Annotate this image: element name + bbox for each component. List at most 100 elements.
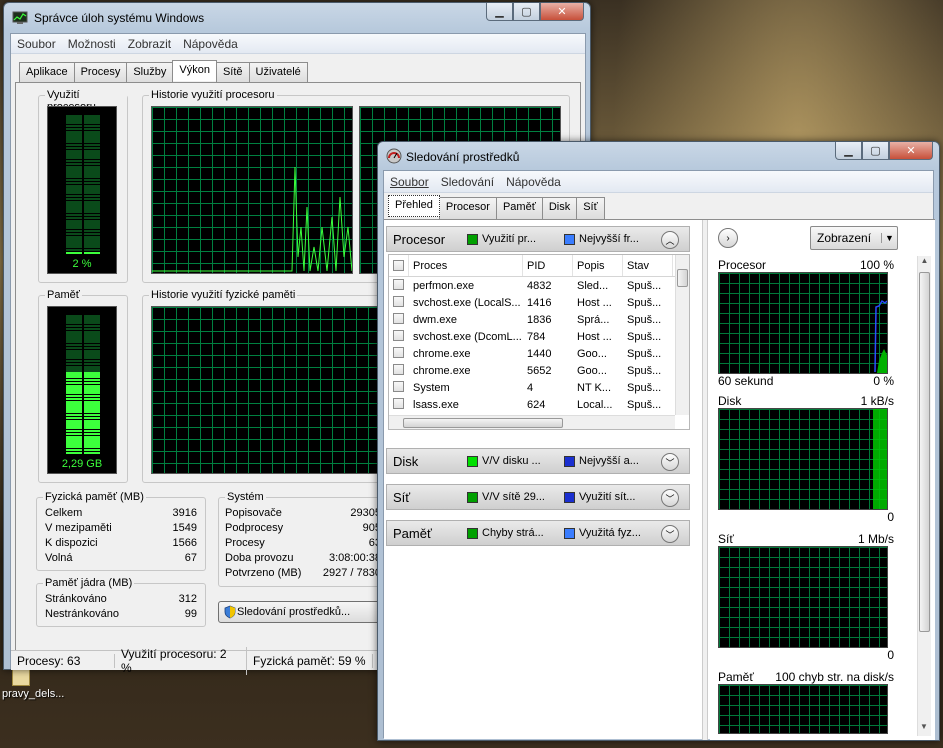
meter-segment	[84, 334, 100, 337]
row-checkbox[interactable]	[393, 295, 404, 307]
scrollbar-thumb[interactable]	[403, 418, 563, 428]
minimize-button[interactable]: ▁	[486, 3, 513, 21]
tab-pamet[interactable]: Paměť	[495, 197, 543, 219]
meter-segment	[66, 194, 82, 198]
stat-row: Celkem 3916	[45, 507, 197, 522]
select-all-cell[interactable]	[389, 255, 409, 276]
tab-uzivatele[interactable]: Uživatelé	[248, 62, 308, 83]
table-row[interactable]: perfmon.exe 4832 Sled... Spuš...	[389, 277, 689, 294]
meter-segment	[84, 318, 100, 321]
scrollbar-thumb[interactable]	[919, 272, 930, 632]
tab-procesy[interactable]: Procesy	[73, 62, 128, 83]
table-row[interactable]: dwm.exe 1836 Sprá... Spuš...	[389, 311, 689, 328]
cpu-process-rows: perfmon.exe 4832 Sled... Spuš... svchost.exe…	[389, 277, 689, 429]
table-row[interactable]: chrome.exe 1440 Goo... Spuš...	[389, 345, 689, 362]
meter-segment	[66, 251, 82, 255]
stat-row: K dispozici 1566	[45, 537, 197, 552]
row-checkbox[interactable]	[393, 278, 404, 290]
meter-segment	[84, 223, 100, 226]
menu-zobrazit[interactable]: Zobrazit	[122, 37, 177, 51]
vertical-scrollbar[interactable]	[675, 255, 689, 415]
table-row[interactable]: svchost.exe (DcomL... 784 Host ... Spuš...	[389, 328, 689, 345]
minimize-button[interactable]: ▁	[835, 142, 862, 160]
tab-procesor[interactable]: Procesor	[438, 197, 497, 219]
disk-section-header[interactable]: Disk V/V disku ... Nejvyšší a... ﹀	[386, 448, 690, 474]
horizontal-scrollbar[interactable]	[389, 415, 675, 429]
network-usage-legend-icon	[564, 491, 575, 503]
desktop-file-icon[interactable]: pravy_dels...	[2, 668, 72, 700]
select-all-checkbox[interactable]	[393, 260, 404, 271]
tab-disk[interactable]: Disk	[541, 197, 578, 219]
row-checkbox-cell[interactable]	[389, 397, 409, 412]
cpu-process-table: Proces PID Popis Stav perfmon.exe 4832 Sle…	[388, 254, 690, 430]
table-row[interactable]: chrome.exe 5652 Goo... Spuš...	[389, 362, 689, 379]
row-checkbox-cell[interactable]	[389, 346, 409, 361]
menu-napoveda[interactable]: Nápověda	[177, 37, 244, 51]
row-checkbox-cell[interactable]	[389, 329, 409, 344]
column-popis[interactable]: Popis	[573, 255, 623, 276]
menu-napoveda[interactable]: Nápověda	[500, 175, 567, 189]
views-dropdown[interactable]: Zobrazení ▼	[810, 226, 898, 250]
memory-used-legend: Využitá fyz...	[579, 527, 641, 539]
memory-faults-legend-icon	[467, 527, 478, 539]
maximize-button[interactable]: ▢	[862, 142, 889, 160]
scroll-up-icon[interactable]: ▲	[918, 256, 931, 270]
collapse-chevron-up-icon[interactable]: ︿	[661, 231, 679, 249]
tab-aplikace[interactable]: Aplikace	[19, 62, 75, 83]
table-cell: 624	[527, 398, 546, 411]
menu-soubor[interactable]: Soubor	[11, 37, 62, 51]
menu-soubor[interactable]: Soubor	[384, 175, 435, 189]
expand-chevron-down-icon[interactable]: ﹀	[661, 525, 679, 543]
row-checkbox[interactable]	[393, 312, 404, 324]
network-section-header[interactable]: Síť V/V sítě 29... Využití sít... ﹀	[386, 484, 690, 510]
tab-sluzby[interactable]: Služby	[126, 62, 174, 83]
row-checkbox-cell[interactable]	[389, 363, 409, 378]
maximize-button[interactable]: ▢	[513, 3, 540, 21]
tab-vykon[interactable]: Výkon	[172, 60, 217, 81]
meter-segment	[84, 137, 100, 140]
table-cell: Spuš...	[627, 398, 662, 411]
meter-segment	[66, 330, 82, 334]
graphs-vertical-scrollbar[interactable]: ▲ ▼	[917, 256, 931, 736]
stat-label: Celkem	[45, 507, 83, 519]
menu-moznosti[interactable]: Možnosti	[62, 37, 122, 51]
row-checkbox-cell[interactable]	[389, 312, 409, 327]
close-button[interactable]: ✕	[540, 3, 584, 21]
resource-monitor-button[interactable]: Sledování prostředků...	[218, 601, 388, 623]
task-manager-titlebar[interactable]: Správce úloh systému Windows ▁ ▢ ✕	[4, 3, 590, 33]
row-checkbox[interactable]	[393, 363, 404, 375]
column-pid[interactable]: PID	[523, 255, 573, 276]
stat-label: K dispozici	[45, 537, 98, 549]
row-checkbox-cell[interactable]	[389, 380, 409, 395]
table-cell: chrome.exe	[413, 364, 471, 377]
tab-sit[interactable]: Síť	[576, 197, 605, 219]
scroll-down-icon[interactable]: ▼	[918, 722, 930, 736]
column-stav[interactable]: Stav	[623, 255, 673, 276]
meter-segment	[84, 420, 100, 423]
table-row[interactable]: lsass.exe 624 Local... Spuš...	[389, 396, 689, 413]
row-checkbox[interactable]	[393, 397, 404, 409]
pane-splitter[interactable]	[702, 220, 708, 740]
row-checkbox[interactable]	[393, 329, 404, 341]
row-checkbox[interactable]	[393, 346, 404, 358]
row-checkbox-cell[interactable]	[389, 278, 409, 293]
expand-chevron-down-icon[interactable]: ﹀	[661, 489, 679, 507]
meter-segment	[84, 134, 100, 137]
row-checkbox-cell[interactable]	[389, 295, 409, 310]
expand-chevron-down-icon[interactable]: ﹀	[661, 453, 679, 471]
tab-prehled[interactable]: Přehled	[388, 195, 440, 217]
resource-monitor-titlebar[interactable]: Sledování prostředků ▁ ▢ ✕	[378, 142, 939, 172]
meter-segment	[84, 130, 100, 134]
tab-site[interactable]: Sítě	[215, 62, 250, 83]
cpu-section-header[interactable]: Procesor Využití pr... Nejvyšší fr... ︿	[386, 226, 690, 252]
scrollbar-thumb[interactable]	[677, 269, 688, 287]
close-button[interactable]: ✕	[889, 142, 933, 160]
menu-sledovani[interactable]: Sledování	[435, 175, 500, 189]
toggle-graphs-button[interactable]: ›	[718, 228, 738, 248]
graph-title: Síť	[718, 532, 734, 546]
table-row[interactable]: svchost.exe (LocalS... 1416 Host ... Spuš..…	[389, 294, 689, 311]
column-proces[interactable]: Proces	[409, 255, 523, 276]
table-row[interactable]: System 4 NT K... Spuš...	[389, 379, 689, 396]
row-checkbox[interactable]	[393, 380, 404, 392]
memory-section-header[interactable]: Paměť Chyby strá... Využitá fyz... ﹀	[386, 520, 690, 546]
